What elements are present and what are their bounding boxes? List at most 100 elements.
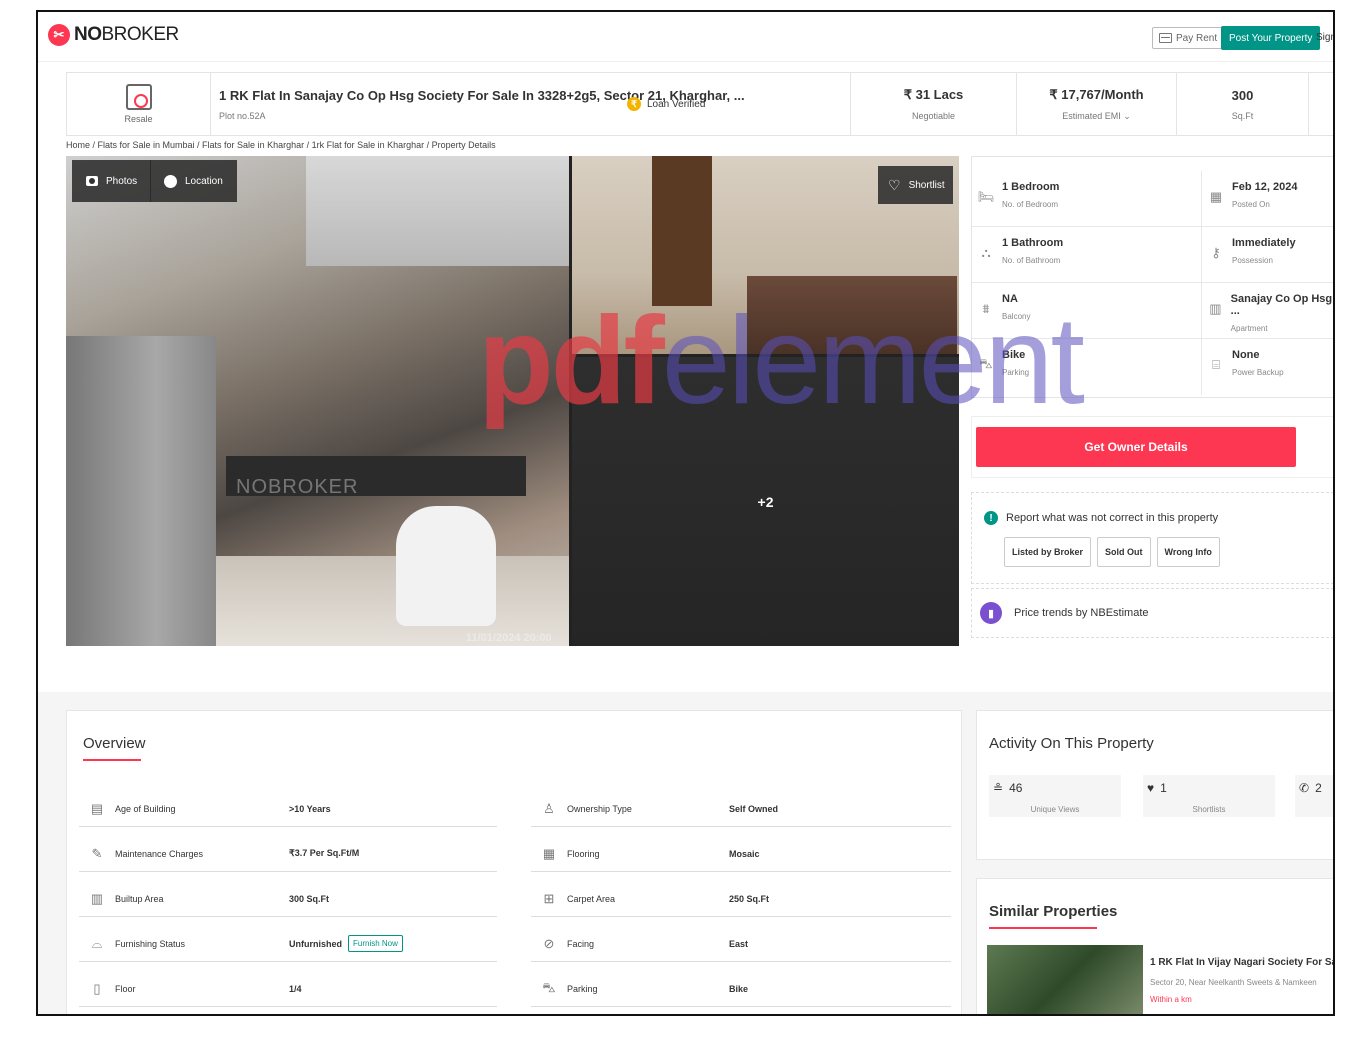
similar-property-photo[interactable]: [987, 945, 1143, 1014]
overview-value: Self Owned: [729, 803, 779, 814]
views-value: 46: [1009, 781, 1023, 795]
detail-value: 1 Bathroom: [1002, 237, 1064, 249]
report-panel: ! Report what was not correct in this pr…: [971, 492, 1333, 584]
get-owner-details-button[interactable]: Get Owner Details: [976, 427, 1296, 467]
price-trends-link[interactable]: ▮ Price trends by NBEstimate: [971, 588, 1333, 638]
furnishing-value: Unfurnished: [289, 938, 342, 949]
similar-title: Similar Properties: [989, 903, 1118, 920]
furnish-now-button[interactable]: Furnish Now: [348, 935, 403, 952]
compass-icon: [164, 174, 177, 188]
views-count: ≗ 46: [993, 781, 1022, 795]
wrong-info-button[interactable]: Wrong Info: [1156, 537, 1220, 567]
main-photo[interactable]: NOBROKER 11/01/2024 20:00: [66, 156, 569, 646]
logo[interactable]: ✂ NOBROKER: [48, 24, 179, 46]
emi-cell[interactable]: ₹ 17,767/Month Estimated EMI ⌄: [1017, 73, 1177, 135]
shortlist-button[interactable]: ♡ Shortlist: [878, 166, 953, 204]
loan-verified-label: Loan Verified: [647, 98, 706, 110]
photos-label: Photos: [106, 175, 138, 187]
pay-rent-button[interactable]: Pay Rent: [1152, 27, 1225, 49]
property-subtitle: Plot no.52A: [219, 110, 266, 121]
overview-value: 300 Sq.Ft: [289, 893, 330, 904]
detail-value: None: [1232, 349, 1260, 361]
overview-value: Bike: [729, 983, 749, 994]
user-icon: ♙: [543, 800, 555, 816]
image-watermark: NOBROKER: [236, 476, 359, 498]
property-header: Resale 1 RK Flat In Sanajay Co Op Hsg So…: [66, 72, 1333, 136]
detail-caption: Posted On: [1232, 200, 1270, 209]
overview-row: ✎ Maintenance Charges ₹3.7 Per Sq.Ft/M: [79, 836, 497, 872]
overview-value: Mosaic: [729, 848, 760, 859]
overview-row: ▦ Flooring Mosaic: [531, 836, 951, 872]
photo-timestamp: 11/01/2024 20:00: [466, 632, 552, 644]
similar-property-name[interactable]: 1 RK Flat In Vijay Nagari Society For Sa…: [1150, 957, 1333, 968]
report-buttons: Listed by Broker Sold Out Wrong Info: [1004, 537, 1220, 567]
loan-verified-badge[interactable]: ₹ Loan Verified: [627, 97, 705, 111]
details-row: 🛏 1 Bedroom No. of Bedroom ▦ Feb 12, 2024…: [972, 171, 1333, 227]
listed-by-broker-button[interactable]: Listed by Broker: [1004, 537, 1092, 567]
shortlists-value: 1: [1160, 781, 1167, 795]
overview-value: >10 Years: [289, 803, 331, 814]
photo-gallery[interactable]: NOBROKER 11/01/2024 20:00 +2 Photos Loca…: [66, 156, 959, 646]
detail-caption: Apartment: [1230, 324, 1268, 333]
overview-row: ▤ Age of Building >10 Years: [79, 791, 497, 827]
detail-posted-on: ▦ Feb 12, 2024 Posted On: [1208, 171, 1333, 227]
title-cell: 1 RK Flat In Sanajay Co Op Hsg Society F…: [211, 73, 851, 135]
location-label: Location: [185, 175, 223, 187]
detail-parking: ⛍ Bike Parking: [978, 339, 1202, 395]
loan-rupee-icon: ₹: [627, 97, 641, 111]
phone-icon: ✆: [1299, 781, 1310, 795]
top-navbar: ✂ NOBROKER Pay Rent Post Your Property S…: [38, 12, 1333, 62]
sign-in-link[interactable]: Sign: [1316, 32, 1333, 43]
overview-key: Furnishing Status: [115, 938, 186, 949]
floorplan-icon: ⊞: [543, 890, 555, 906]
logo-text: NOBROKER: [74, 24, 179, 45]
overview-key: Carpet Area: [567, 893, 616, 904]
detail-value: NA: [1002, 293, 1018, 305]
owner-details-panel: Get Owner Details: [971, 416, 1333, 478]
photos-button[interactable]: Photos: [72, 160, 152, 202]
views-caption: Unique Views: [1030, 805, 1080, 814]
resale-badge: Resale: [67, 73, 211, 135]
report-heading: ! Report what was not correct in this pr…: [984, 511, 1218, 525]
overview-key: Maintenance Charges: [115, 848, 204, 859]
post-property-button[interactable]: Post Your Property: [1221, 26, 1321, 50]
contacts-stat: ✆ 2: [1295, 775, 1333, 817]
similar-property-address: Sector 20, Near Neelkanth Sweets & Namke…: [1150, 978, 1317, 987]
car-icon: ⛍: [979, 356, 993, 371]
detail-value: Sanajay Co Op Hsg ...: [1230, 293, 1333, 317]
resale-label: Resale: [124, 114, 153, 124]
contacts-count: ✆ 2: [1299, 781, 1322, 795]
details-row: ⛍ Bike Parking ⌸ None Power Backup: [972, 339, 1333, 395]
overview-key: Builtup Area: [115, 893, 164, 904]
balcony-icon: ⩩: [982, 301, 990, 316]
emi-caption: Estimated EMI ⌄: [1062, 110, 1131, 121]
detail-caption: No. of Bedroom: [1002, 200, 1059, 209]
detail-caption: Power Backup: [1232, 368, 1284, 377]
resale-house-icon: [125, 84, 152, 110]
price-trends-label: Price trends by NBEstimate: [1014, 607, 1149, 619]
report-heading-text: Report what was not correct in this prop…: [1006, 512, 1219, 524]
info-icon: !: [984, 511, 998, 525]
activity-panel: Activity On This Property ≗ 46 Unique Vie…: [976, 710, 1333, 860]
overview-value: 250 Sq.Ft: [729, 893, 770, 904]
overview-key: Facing: [567, 938, 595, 949]
more-photos-count[interactable]: +2: [572, 357, 959, 646]
shortlist-label: Shortlist: [908, 179, 945, 191]
bed-icon: 🛏: [977, 189, 995, 204]
overview-panel: Overview ▤ Age of Building >10 Years ♙ O…: [66, 710, 962, 1014]
property-details-grid: 🛏 1 Bedroom No. of Bedroom ▦ Feb 12, 2024…: [971, 156, 1333, 398]
overview-key: Ownership Type: [567, 803, 632, 814]
overview-row: ⌓ Furnishing Status Unfurnished Furnish …: [79, 926, 497, 962]
overview-key: Parking: [567, 983, 598, 994]
heart-icon: ♥: [1147, 781, 1155, 795]
bathtub-icon: ⛬: [981, 245, 991, 260]
compass-icon: ⊘: [543, 935, 555, 951]
overview-row: ♙ Ownership Type Self Owned: [531, 791, 951, 827]
sold-out-button[interactable]: Sold Out: [1097, 537, 1151, 567]
location-button[interactable]: Location: [150, 160, 237, 202]
detail-apartment: ▥ Sanajay Co Op Hsg ... Apartment: [1208, 283, 1333, 339]
breadcrumb[interactable]: Home / Flats for Sale in Mumbai / Flats …: [66, 140, 496, 150]
overview-value: 1/4: [289, 983, 302, 994]
key-icon: ⚷: [1211, 245, 1221, 260]
person-icon: ≗: [993, 781, 1004, 795]
